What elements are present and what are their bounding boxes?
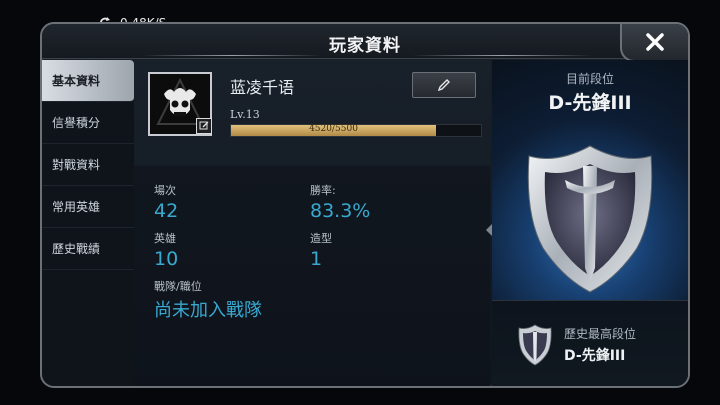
- stat-label: 場次: [154, 184, 176, 197]
- main-panel: 蓝凌千语 Lv.13 4520/5500 場次 42 勝率: 83.3% 英雄 …: [134, 60, 490, 386]
- rank-panel: 目前段位 D-先鋒III 歷史最高段位 D-先鋒III: [492, 60, 688, 386]
- stat-value: 尚未加入戰隊: [154, 300, 262, 321]
- best-rank-label: 歷史最高段位: [564, 327, 637, 341]
- title-bar: 玩家資料: [42, 24, 688, 59]
- title-divider-right: [412, 55, 592, 56]
- stat-value: 83.3%: [310, 200, 371, 222]
- shield-rank-emblem-icon: [527, 145, 653, 293]
- xp-progress-bar: 4520/5500: [230, 124, 482, 137]
- stat-matches: 場次 42: [154, 182, 178, 222]
- stat-team: 戰隊/職位 尚未加入戰隊: [154, 278, 262, 322]
- stats-panel: 場次 42 勝率: 83.3% 英雄 10 造型 1 戰隊/職位 尚未加入戰隊: [134, 166, 490, 386]
- profile-card: 蓝凌千语 Lv.13 4520/5500: [144, 72, 482, 146]
- stat-label: 戰隊/職位: [154, 280, 202, 293]
- edit-name-button[interactable]: [412, 72, 476, 98]
- edit-icon: [199, 121, 209, 130]
- stat-label: 勝率:: [310, 184, 336, 197]
- window-title: 玩家資料: [329, 36, 401, 56]
- sidebar-item-label: 基本資料: [52, 74, 101, 88]
- current-rank-name: D-先鋒III: [548, 92, 632, 114]
- sidebar-item-basic-info[interactable]: 基本資料: [42, 60, 134, 102]
- sidebar-item-battle-data[interactable]: 對戰資料: [42, 144, 134, 186]
- stat-value: 42: [154, 200, 179, 222]
- close-button[interactable]: [620, 24, 688, 62]
- sidebar-item-label: 歷史戰績: [52, 242, 101, 256]
- stat-winrate: 勝率: 83.3%: [310, 182, 370, 222]
- title-divider-left: [142, 55, 322, 56]
- sidebar-item-label: 常用英雄: [52, 200, 101, 214]
- xp-progress-text: 4520/5500: [309, 124, 358, 134]
- stat-skins: 造型 1: [310, 230, 332, 270]
- player-name: 蓝凌千语: [230, 78, 295, 97]
- sidebar-item-credit-score[interactable]: 信譽積分: [42, 102, 134, 144]
- stat-value: 1: [310, 248, 323, 270]
- best-rank-section: 歷史最高段位 D-先鋒III: [492, 300, 688, 386]
- stat-heroes: 英雄 10: [154, 230, 178, 270]
- stat-label: 造型: [310, 232, 332, 245]
- sidebar-item-match-history[interactable]: 歷史戰績: [42, 228, 134, 270]
- sidebar-item-favorite-heroes[interactable]: 常用英雄: [42, 186, 134, 228]
- best-rank-name: D-先鋒III: [564, 348, 626, 364]
- pencil-icon: [437, 79, 450, 92]
- player-profile-window: 玩家資料 基本資料 信譽積分 對戰資料 常用英雄 歷史戰績 蓝凌千语 Lv.13…: [40, 22, 690, 388]
- player-level: Lv.13: [230, 108, 260, 121]
- current-rank-label: 目前段位: [565, 72, 614, 86]
- stat-value: 10: [154, 248, 179, 270]
- sidebar-item-label: 對戰資料: [52, 158, 101, 172]
- close-icon: [646, 33, 664, 51]
- sidebar: 基本資料 信譽積分 對戰資料 常用英雄 歷史戰績: [42, 60, 134, 386]
- sidebar-item-label: 信譽積分: [52, 116, 101, 130]
- avatar-edit-badge[interactable]: [196, 118, 212, 134]
- stat-label: 英雄: [154, 232, 176, 245]
- best-rank-shield-icon: [518, 324, 552, 366]
